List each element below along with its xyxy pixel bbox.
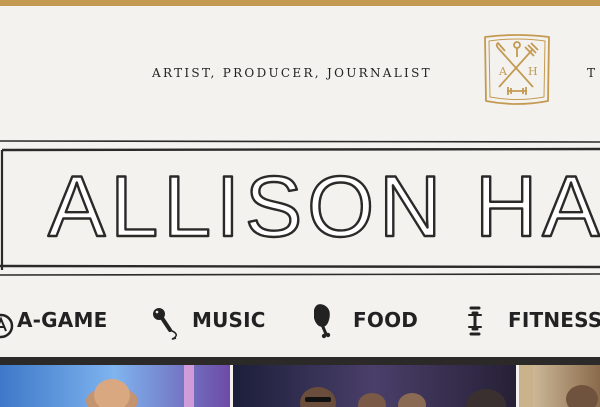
site-logo[interactable]: A H <box>481 31 553 111</box>
nav-label-fitness: FITNESS <box>508 308 600 332</box>
tagline: ARTIST, PRODUCER, JOURNALIST <box>152 66 432 80</box>
banner-title: ALLISON HAGENDORF <box>48 159 600 255</box>
photo-thumbnail[interactable] <box>233 365 516 407</box>
banner-frame: ALLISON HAGENDORF <box>0 138 600 280</box>
main-nav: A-GAME MUSIC FOOD FITNESS <box>0 292 600 352</box>
nav-item-a-game[interactable]: A-GAME <box>0 292 107 348</box>
logo-letter-h: H <box>528 65 538 78</box>
photo-thumbnail[interactable] <box>0 365 230 407</box>
nav-item-food[interactable]: FOOD <box>306 292 418 348</box>
nav-item-fitness[interactable]: FITNESS <box>459 292 600 348</box>
tagline-overflow: T <box>587 66 598 80</box>
a-game-icon <box>0 313 14 339</box>
microphone-icon <box>153 308 177 340</box>
nav-label-music: MUSIC <box>192 308 266 332</box>
photo-strip <box>0 365 600 407</box>
logo-letter-a: A <box>498 65 508 78</box>
drumstick-icon <box>314 304 331 339</box>
top-accent-bar <box>0 0 600 6</box>
nav-label-food: FOOD <box>353 308 419 332</box>
photo-thumbnail[interactable] <box>519 365 600 407</box>
dumbbell-icon <box>468 306 482 336</box>
nav-item-music[interactable]: MUSIC <box>148 292 266 348</box>
nav-label-a-game: A-GAME <box>17 308 108 332</box>
section-divider <box>0 357 600 365</box>
ah-monogram-badge-icon: A H <box>484 34 550 105</box>
